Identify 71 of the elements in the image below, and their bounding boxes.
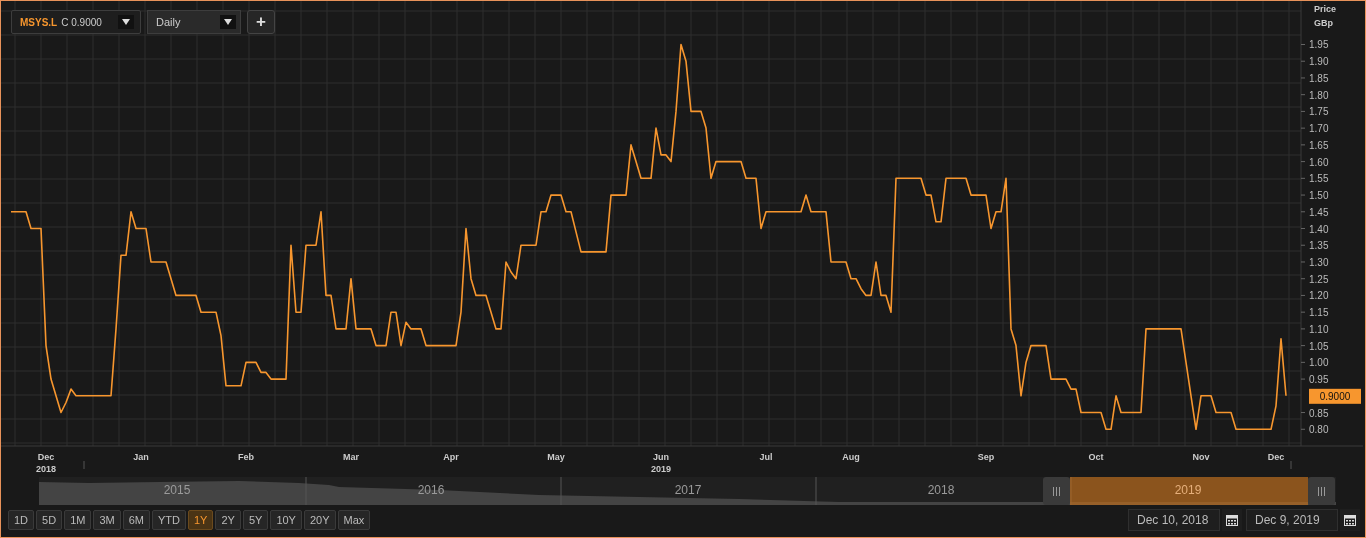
end-date-field[interactable]: Dec 9, 2019 (1246, 509, 1338, 531)
add-button[interactable]: + (247, 10, 275, 34)
y-axis-label: 1.25 (1309, 273, 1329, 285)
y-axis-label: 1.30 (1309, 257, 1329, 268)
y-axis-label: 1.05 (1309, 340, 1329, 352)
range-button[interactable]: 5Y (242, 510, 269, 530)
range-button[interactable]: 2Y (215, 510, 241, 530)
y-axis-label: 0.85 (1309, 407, 1329, 419)
range-button[interactable]: 1Y (187, 510, 214, 530)
interval-dropdown[interactable]: Daily (147, 10, 241, 34)
range-button[interactable]: YTD (151, 510, 186, 530)
range-handle[interactable] (1308, 477, 1335, 505)
calendar-icon[interactable] (1222, 509, 1242, 531)
x-axis-label: Jun 2019 (651, 452, 671, 474)
y-axis-label: 1.60 (1309, 156, 1329, 168)
y-axis-label: 1.55 (1309, 173, 1329, 185)
instrument-selector[interactable]: MSYS.L C 0.9000 (11, 10, 141, 34)
range-handle[interactable] (1043, 477, 1070, 505)
x-axis-label: Apr (443, 452, 459, 462)
y-axis-label: 1.35 (1309, 240, 1329, 252)
x-axis-label: May (547, 452, 565, 462)
dropdown-icon[interactable] (220, 15, 236, 29)
range-button[interactable]: 6M (122, 510, 150, 530)
range-button[interactable]: 20Y (303, 510, 336, 530)
y-axis-label: 1.70 (1309, 123, 1329, 135)
range-button[interactable]: 3M (93, 510, 121, 530)
y-axis-label: 1.00 (1309, 357, 1329, 369)
y-axis-label: 1.85 (1309, 72, 1329, 84)
navigator-year: 2015 (162, 483, 192, 497)
last-price-tag (1309, 388, 1361, 404)
dropdown-icon[interactable] (118, 15, 134, 29)
y-axis-label: 1.40 (1309, 223, 1329, 235)
y-axis-label: 1.10 (1309, 323, 1329, 335)
y-axis-label: 1.65 (1309, 139, 1329, 151)
range-button[interactable]: 5D (36, 510, 63, 530)
navigator-year: 2018 (926, 483, 956, 497)
navigator-year: 2019 (1173, 483, 1203, 497)
x-axis-label: Jan (133, 452, 149, 462)
y-axis-label: 1.50 (1309, 190, 1329, 202)
range-button[interactable]: 10Y (270, 510, 302, 530)
x-axis-label: Dec (1267, 452, 1285, 462)
navigator-year: 2017 (673, 483, 703, 497)
y-axis-label: 1.20 (1309, 290, 1329, 302)
y-axis-label: 0.95 (1309, 374, 1329, 386)
y-axis-label: 1.75 (1309, 106, 1329, 118)
navigator-year: 2016 (416, 483, 446, 497)
instrument-reading: C 0.9000 (61, 16, 103, 28)
range-button[interactable]: Max (337, 510, 371, 530)
start-date-field[interactable]: Dec 10, 2018 (1128, 509, 1220, 531)
y-axis-label: 1.45 (1309, 206, 1329, 218)
x-axis-label: Jul (759, 452, 773, 462)
x-axis-label: Oct (1088, 452, 1104, 462)
x-axis-label: Nov (1192, 452, 1210, 462)
y-axis-label: 1.90 (1309, 56, 1329, 68)
axis-title: Price (1314, 4, 1337, 14)
x-axis-label: Mar (343, 452, 359, 462)
range-button[interactable]: 1D (8, 510, 35, 530)
interval-value: Daily (156, 16, 181, 28)
instrument-symbol: MSYS.L (20, 16, 58, 28)
y-axis-label: 1.15 (1309, 307, 1329, 319)
x-axis-label: Feb (238, 452, 254, 462)
y-axis-label: 0.80 (1309, 424, 1329, 436)
y-axis-label: 1.80 (1309, 89, 1329, 101)
y-axis-label: 1.95 (1309, 39, 1329, 51)
calendar-icon[interactable] (1340, 509, 1360, 531)
x-axis-label: Sep (977, 452, 995, 462)
x-axis-label: Dec 2018 (36, 452, 56, 474)
last-price-value: 0.9000 (1319, 390, 1351, 402)
x-axis-label: Aug (842, 452, 860, 462)
range-button[interactable]: 1M (64, 510, 92, 530)
axis-unit: GBp (1314, 18, 1333, 28)
